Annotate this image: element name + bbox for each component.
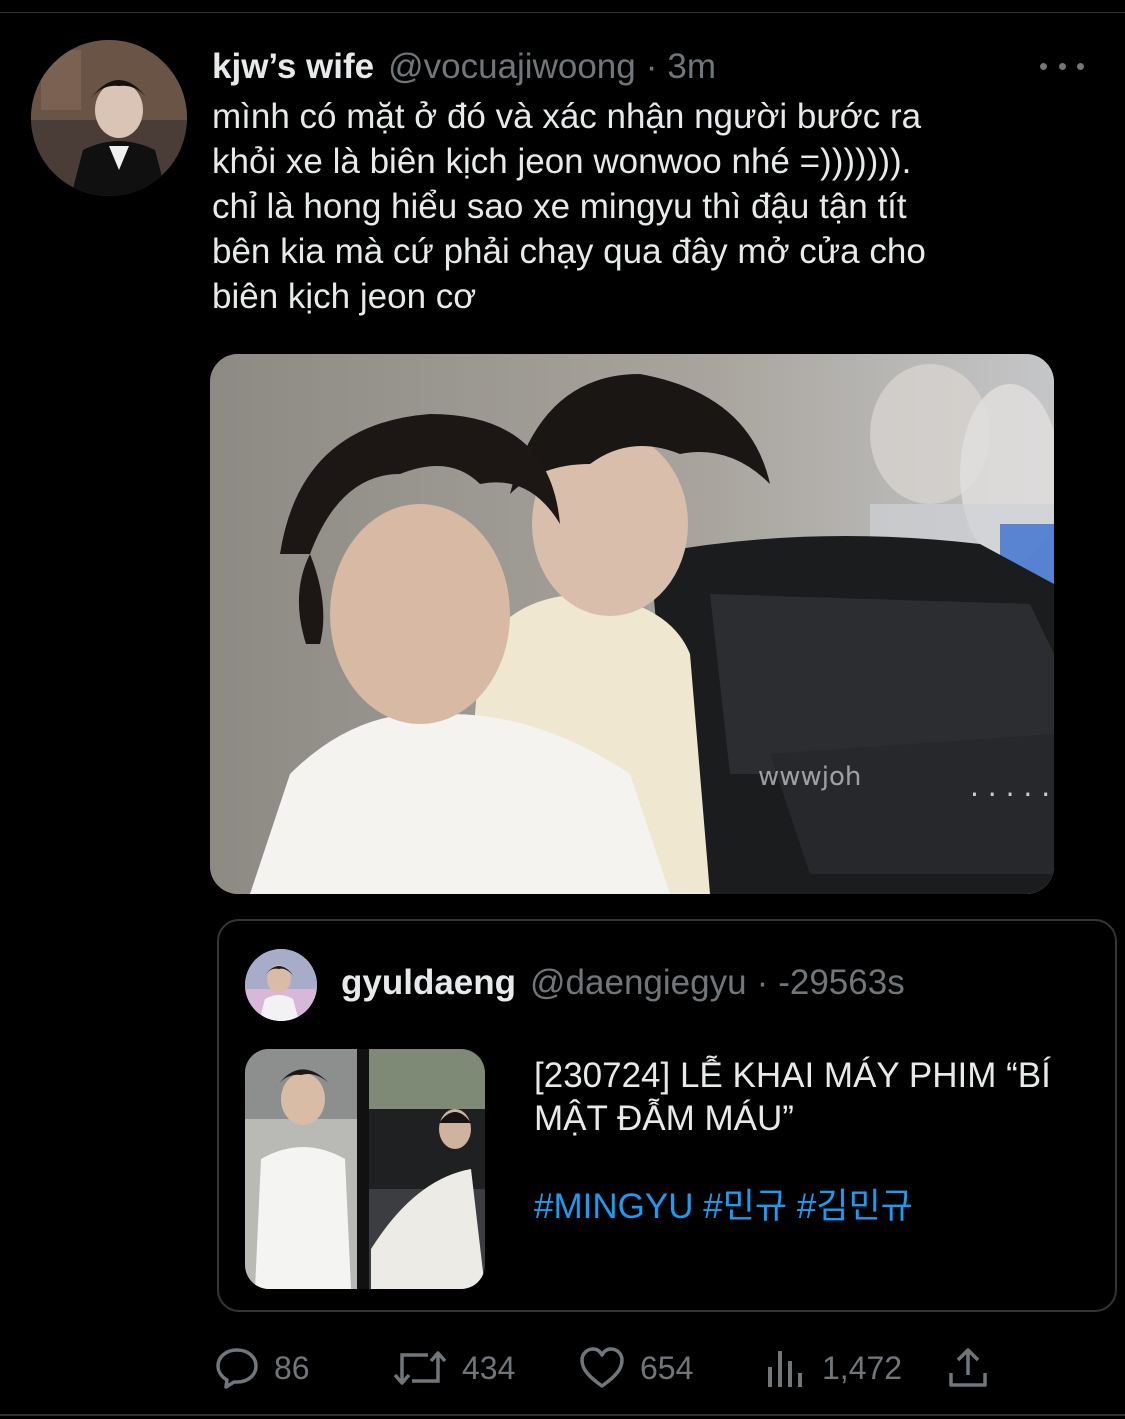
quoted-separator: · bbox=[756, 963, 769, 1002]
views-button[interactable]: 1,472 bbox=[764, 1340, 902, 1396]
quoted-media-thumbnail[interactable] bbox=[245, 1049, 485, 1289]
reply-icon bbox=[216, 1348, 258, 1389]
retweet-count: 434 bbox=[462, 1349, 516, 1386]
quoted-author-avatar[interactable] bbox=[245, 949, 317, 1021]
views-icon bbox=[768, 1351, 802, 1387]
share-button[interactable] bbox=[946, 1340, 990, 1396]
header-separator: · bbox=[645, 47, 658, 86]
reply-button[interactable]: 86 bbox=[214, 1340, 310, 1396]
tweet-text: mình có mặt ở đó và xác nhận người bước … bbox=[212, 97, 926, 316]
like-count: 654 bbox=[640, 1349, 694, 1386]
svg-text:· · · · ·: · · · · · bbox=[970, 778, 1050, 811]
reply-count: 86 bbox=[274, 1349, 310, 1386]
tweet-timestamp[interactable]: 3m bbox=[667, 47, 716, 87]
quoted-tweet-card[interactable]: gyuldaeng @daengiegyu · -29563s [230724]… bbox=[217, 919, 1117, 1312]
tweet-action-bar: 86 434 654 1,472 bbox=[0, 1340, 1125, 1396]
more-icon[interactable] bbox=[1040, 54, 1084, 78]
top-divider bbox=[0, 12, 1125, 13]
author-handle[interactable]: @vocuajiwoong bbox=[388, 47, 636, 87]
quoted-hashtags[interactable]: #MINGYU #민규 #김민규 bbox=[534, 1185, 913, 1228]
author-avatar[interactable] bbox=[31, 40, 187, 196]
share-icon bbox=[949, 1348, 987, 1387]
retweet-button[interactable]: 434 bbox=[392, 1340, 515, 1396]
views-count: 1,472 bbox=[822, 1349, 903, 1386]
retweet-icon bbox=[393, 1351, 447, 1385]
quoted-tweet-title: [230724] LỄ KHAI MÁY PHIM “BÍ MẬT ĐẪM MÁ… bbox=[534, 1056, 1051, 1138]
author-display-name[interactable]: kjw’s wife bbox=[212, 47, 374, 87]
tweet-header: kjw’s wife @vocuajiwoong · 3m bbox=[212, 45, 716, 89]
quoted-handle: @daengiegyu bbox=[530, 963, 747, 1002]
quoted-timestamp: -29563s bbox=[778, 963, 905, 1002]
media-watermark: wwwjoh bbox=[758, 762, 862, 792]
quoted-display-name: gyuldaeng bbox=[341, 963, 517, 1002]
tweet-media-photo[interactable]: · · · · · wwwjoh bbox=[210, 354, 1054, 894]
like-button[interactable]: 654 bbox=[578, 1340, 693, 1396]
quoted-tweet-header: gyuldaeng @daengiegyu · -29563s bbox=[341, 961, 905, 1005]
like-icon bbox=[580, 1347, 624, 1388]
bottom-divider bbox=[0, 1414, 1125, 1416]
